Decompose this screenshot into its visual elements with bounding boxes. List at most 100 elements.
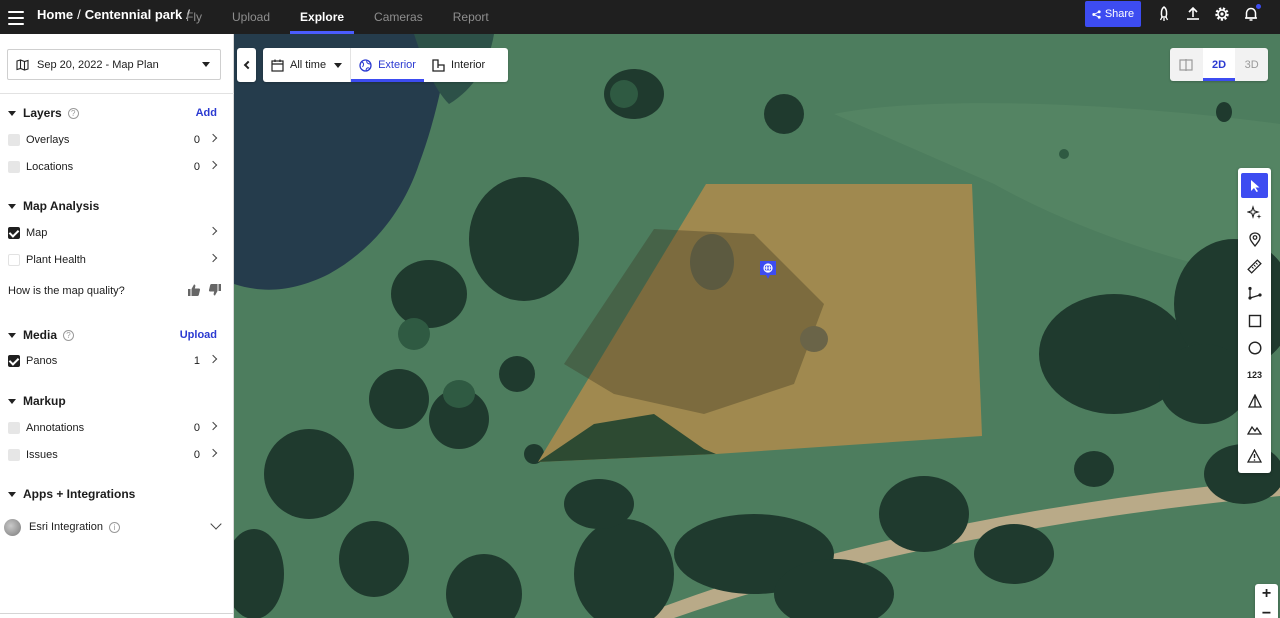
layer-count: 0 xyxy=(193,134,200,146)
help-icon[interactable]: ? xyxy=(67,107,79,119)
apps-title: Apps + Integrations xyxy=(23,487,136,501)
tab-explore[interactable]: Explore xyxy=(290,0,355,34)
tab-upload[interactable]: Upload xyxy=(222,0,280,34)
chevron-right-icon[interactable] xyxy=(208,421,218,431)
chevron-right-icon[interactable] xyxy=(208,354,218,364)
map-analysis-title: Map Analysis xyxy=(23,199,100,213)
time-filter-dropdown[interactable]: All time xyxy=(263,48,350,82)
checkbox-checked[interactable] xyxy=(8,355,20,367)
layer-label: Locations xyxy=(26,161,74,173)
checkbox[interactable] xyxy=(8,254,20,266)
select-tool-icon[interactable] xyxy=(1241,173,1268,198)
plan-select[interactable]: Sep 20, 2022 - Map Plan xyxy=(7,49,221,80)
view-3d-button[interactable]: 3D xyxy=(1235,48,1268,81)
markup-row-annotations[interactable]: Annotations 0 xyxy=(8,419,220,437)
markup-header[interactable]: Markup xyxy=(8,394,66,408)
tab-interior[interactable]: Interior xyxy=(424,48,493,82)
plan-select-label: Sep 20, 2022 - Map Plan xyxy=(37,58,159,71)
map-analysis-header[interactable]: Map Analysis xyxy=(8,199,99,213)
esri-label: Esri Integration xyxy=(29,521,103,533)
apps-header[interactable]: Apps + Integrations xyxy=(8,487,135,501)
media-label: Panos xyxy=(26,355,58,367)
map-toolbar: All time Exterior Interior xyxy=(263,48,508,82)
analysis-label: Plant Health xyxy=(26,254,86,266)
add-layer-button[interactable]: Add xyxy=(196,107,217,119)
chevron-down-icon xyxy=(334,62,343,68)
layer-row-overlays[interactable]: Overlays 0 xyxy=(8,131,220,149)
chevron-down-icon xyxy=(202,62,210,67)
hamburger-icon[interactable] xyxy=(8,7,24,27)
checkbox[interactable] xyxy=(8,134,20,146)
info-icon[interactable]: i xyxy=(108,521,120,533)
count-tool-label: 123 xyxy=(1246,369,1263,380)
map-canvas[interactable] xyxy=(234,34,1280,618)
checkbox-checked[interactable] xyxy=(8,227,20,239)
volume-tool-icon[interactable] xyxy=(1241,389,1268,414)
chevron-right-icon[interactable] xyxy=(208,253,218,263)
ruler-tool-icon[interactable] xyxy=(1241,254,1268,279)
floorplan-icon xyxy=(432,58,445,72)
collapse-triangle-icon xyxy=(8,491,16,497)
zoom-controls: + − xyxy=(1255,584,1278,618)
view-mode-toggle: 2D 3D xyxy=(1170,48,1268,81)
analysis-row-map[interactable]: Map xyxy=(8,224,220,242)
count-tool-icon[interactable]: 123 xyxy=(1241,362,1268,387)
circle-tool-icon[interactable] xyxy=(1241,335,1268,360)
share-button[interactable]: Share xyxy=(1085,1,1141,27)
markup-row-issues[interactable]: Issues 0 xyxy=(8,446,220,464)
share-label: Share xyxy=(1104,8,1135,20)
polyline-tool-icon[interactable] xyxy=(1241,281,1268,306)
pano-marker-icon[interactable] xyxy=(759,260,777,280)
esri-integration-row[interactable]: Esri Integration i xyxy=(4,517,226,537)
checkbox[interactable] xyxy=(8,161,20,173)
chevron-right-icon[interactable] xyxy=(208,448,218,458)
map-icon xyxy=(16,58,29,71)
collapse-triangle-icon xyxy=(8,332,16,338)
thumbs-up-icon[interactable] xyxy=(187,283,201,297)
thumbs-down-icon[interactable] xyxy=(208,283,222,297)
share-icon xyxy=(1092,9,1101,19)
bell-icon[interactable] xyxy=(1242,3,1262,23)
media-header[interactable]: Media ? xyxy=(8,328,75,342)
collapse-sidebar-button[interactable] xyxy=(237,48,256,82)
layer-label: Overlays xyxy=(26,134,70,146)
help-icon[interactable]: ? xyxy=(63,329,75,341)
breadcrumb-project[interactable]: Centennial park xyxy=(85,7,183,22)
media-row-panos[interactable]: Panos 1 xyxy=(8,352,220,370)
analysis-row-plant-health[interactable]: Plant Health xyxy=(8,251,220,269)
markup-count: 0 xyxy=(193,449,200,461)
zoom-in-button[interactable]: + xyxy=(1255,584,1278,604)
sidebar: Sep 20, 2022 - Map Plan Layers ? Add Ove… xyxy=(0,34,234,618)
elevation-tool-icon[interactable] xyxy=(1241,416,1268,441)
location-pin-tool-icon[interactable] xyxy=(1241,227,1268,252)
top-bar: Home / Centennial park / Fly Upload Explore… xyxy=(0,0,1280,34)
magic-tool-icon[interactable] xyxy=(1241,200,1268,225)
satellite-imagery xyxy=(234,34,1280,618)
checkbox[interactable] xyxy=(8,422,20,434)
tab-report[interactable]: Report xyxy=(443,0,499,34)
chevron-down-icon[interactable] xyxy=(210,518,222,530)
view-2d-button[interactable]: 2D xyxy=(1202,48,1236,81)
checkbox[interactable] xyxy=(8,449,20,461)
chevron-right-icon[interactable] xyxy=(208,160,218,170)
globe-icon xyxy=(359,58,372,72)
rocket-icon[interactable] xyxy=(1155,5,1173,23)
layer-row-locations[interactable]: Locations 0 xyxy=(8,158,220,176)
upload-media-button[interactable]: Upload xyxy=(180,329,217,341)
gear-icon[interactable] xyxy=(1213,5,1231,23)
calendar-icon xyxy=(271,59,284,72)
compare-view-button[interactable] xyxy=(1170,48,1203,81)
chevron-right-icon[interactable] xyxy=(208,226,218,236)
upload-icon[interactable] xyxy=(1184,5,1202,23)
markup-label: Issues xyxy=(26,449,58,461)
warning-tool-icon[interactable] xyxy=(1241,443,1268,468)
breadcrumb-home[interactable]: Home xyxy=(37,7,73,22)
chevron-right-icon[interactable] xyxy=(208,133,218,143)
tab-fly[interactable]: Fly xyxy=(176,0,212,34)
rectangle-tool-icon[interactable] xyxy=(1241,308,1268,333)
layers-title: Layers xyxy=(23,106,62,120)
layers-header[interactable]: Layers ? xyxy=(8,106,79,120)
zoom-out-button[interactable]: − xyxy=(1255,604,1278,618)
tab-exterior[interactable]: Exterior xyxy=(351,48,424,82)
tab-cameras[interactable]: Cameras xyxy=(364,0,433,34)
